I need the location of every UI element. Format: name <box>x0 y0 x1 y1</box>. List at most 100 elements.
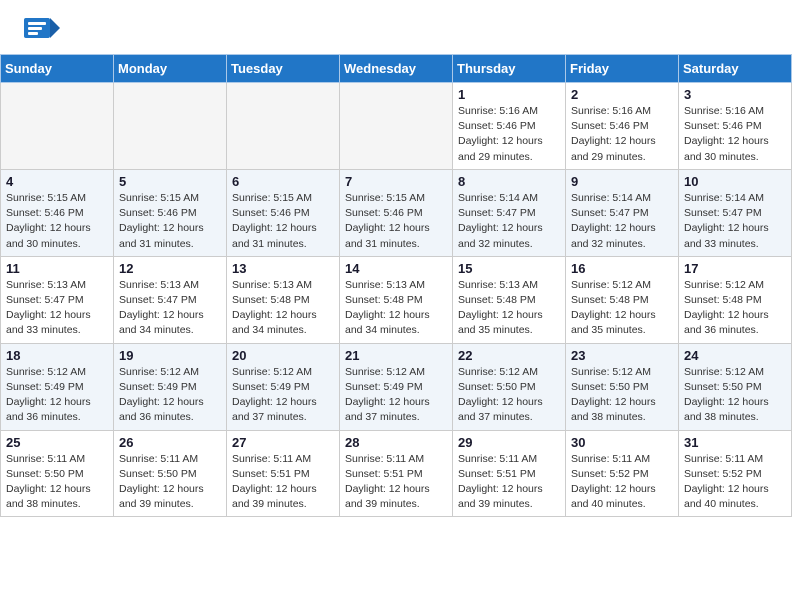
day-info: Sunrise: 5:12 AM Sunset: 5:49 PM Dayligh… <box>119 365 221 426</box>
calendar-day-cell: 24 Sunrise: 5:12 AM Sunset: 5:50 PM Dayli… <box>679 343 792 430</box>
day-info: Sunrise: 5:14 AM Sunset: 5:47 PM Dayligh… <box>571 191 673 252</box>
calendar-day-cell: 18 Sunrise: 5:12 AM Sunset: 5:49 PM Dayli… <box>1 343 114 430</box>
calendar-day-cell: 10 Sunrise: 5:14 AM Sunset: 5:47 PM Dayli… <box>679 169 792 256</box>
day-info: Sunrise: 5:14 AM Sunset: 5:47 PM Dayligh… <box>458 191 560 252</box>
calendar-day-cell: 5 Sunrise: 5:15 AM Sunset: 5:46 PM Daylig… <box>114 169 227 256</box>
calendar-day-cell: 14 Sunrise: 5:13 AM Sunset: 5:48 PM Dayli… <box>340 256 453 343</box>
calendar-week-row: 1 Sunrise: 5:16 AM Sunset: 5:46 PM Daylig… <box>1 83 792 170</box>
day-of-week-header: Wednesday <box>340 55 453 83</box>
calendar-day-cell: 12 Sunrise: 5:13 AM Sunset: 5:47 PM Dayli… <box>114 256 227 343</box>
day-info: Sunrise: 5:12 AM Sunset: 5:50 PM Dayligh… <box>684 365 786 426</box>
day-info: Sunrise: 5:13 AM Sunset: 5:47 PM Dayligh… <box>6 278 108 339</box>
calendar-table: SundayMondayTuesdayWednesdayThursdayFrid… <box>0 54 792 517</box>
calendar-day-cell: 2 Sunrise: 5:16 AM Sunset: 5:46 PM Daylig… <box>566 83 679 170</box>
day-info: Sunrise: 5:11 AM Sunset: 5:51 PM Dayligh… <box>232 452 334 513</box>
day-info: Sunrise: 5:14 AM Sunset: 5:47 PM Dayligh… <box>684 191 786 252</box>
calendar-day-cell: 23 Sunrise: 5:12 AM Sunset: 5:50 PM Dayli… <box>566 343 679 430</box>
day-of-week-header: Friday <box>566 55 679 83</box>
day-number: 26 <box>119 435 221 450</box>
day-info: Sunrise: 5:11 AM Sunset: 5:51 PM Dayligh… <box>345 452 447 513</box>
calendar-day-cell: 31 Sunrise: 5:11 AM Sunset: 5:52 PM Dayli… <box>679 430 792 517</box>
day-number: 2 <box>571 87 673 102</box>
calendar-day-cell <box>1 83 114 170</box>
calendar-day-cell: 25 Sunrise: 5:11 AM Sunset: 5:50 PM Dayli… <box>1 430 114 517</box>
calendar-day-cell: 16 Sunrise: 5:12 AM Sunset: 5:48 PM Dayli… <box>566 256 679 343</box>
day-number: 23 <box>571 348 673 363</box>
calendar-header-row: SundayMondayTuesdayWednesdayThursdayFrid… <box>1 55 792 83</box>
day-of-week-header: Monday <box>114 55 227 83</box>
day-number: 31 <box>684 435 786 450</box>
day-of-week-header: Sunday <box>1 55 114 83</box>
day-number: 21 <box>345 348 447 363</box>
calendar-day-cell: 4Sunrise: 5:15 AM Sunset: 5:46 PM Daylig… <box>1 169 114 256</box>
day-number: 12 <box>119 261 221 276</box>
day-number: 11 <box>6 261 108 276</box>
calendar-day-cell: 3 Sunrise: 5:16 AM Sunset: 5:46 PM Daylig… <box>679 83 792 170</box>
calendar-day-cell: 8 Sunrise: 5:14 AM Sunset: 5:47 PM Daylig… <box>453 169 566 256</box>
day-number: 17 <box>684 261 786 276</box>
calendar-day-cell: 19 Sunrise: 5:12 AM Sunset: 5:49 PM Dayli… <box>114 343 227 430</box>
day-info: Sunrise: 5:13 AM Sunset: 5:48 PM Dayligh… <box>345 278 447 339</box>
day-info: Sunrise: 5:13 AM Sunset: 5:48 PM Dayligh… <box>232 278 334 339</box>
day-info: Sunrise: 5:12 AM Sunset: 5:48 PM Dayligh… <box>571 278 673 339</box>
calendar-day-cell: 29 Sunrise: 5:11 AM Sunset: 5:51 PM Dayli… <box>453 430 566 517</box>
day-info: Sunrise: 5:12 AM Sunset: 5:50 PM Dayligh… <box>571 365 673 426</box>
day-info: Sunrise: 5:12 AM Sunset: 5:48 PM Dayligh… <box>684 278 786 339</box>
calendar-day-cell: 15Sunrise: 5:13 AM Sunset: 5:48 PM Dayli… <box>453 256 566 343</box>
calendar-day-cell: 26 Sunrise: 5:11 AM Sunset: 5:50 PM Dayli… <box>114 430 227 517</box>
day-number: 7 <box>345 174 447 189</box>
calendar-day-cell: 17 Sunrise: 5:12 AM Sunset: 5:48 PM Dayli… <box>679 256 792 343</box>
day-info: Sunrise: 5:11 AM Sunset: 5:52 PM Dayligh… <box>571 452 673 513</box>
day-info: Sunrise: 5:15 AM Sunset: 5:46 PM Dayligh… <box>6 191 108 252</box>
day-number: 6 <box>232 174 334 189</box>
logo <box>24 18 64 46</box>
day-number: 16 <box>571 261 673 276</box>
day-number: 24 <box>684 348 786 363</box>
day-info: Sunrise: 5:11 AM Sunset: 5:50 PM Dayligh… <box>6 452 108 513</box>
calendar-week-row: 11 Sunrise: 5:13 AM Sunset: 5:47 PM Dayli… <box>1 256 792 343</box>
day-info: Sunrise: 5:15 AM Sunset: 5:46 PM Dayligh… <box>345 191 447 252</box>
calendar-day-cell: 30 Sunrise: 5:11 AM Sunset: 5:52 PM Dayli… <box>566 430 679 517</box>
day-info: Sunrise: 5:15 AM Sunset: 5:46 PM Dayligh… <box>232 191 334 252</box>
day-info: Sunrise: 5:13 AM Sunset: 5:48 PM Dayligh… <box>458 278 560 339</box>
calendar-day-cell: 11 Sunrise: 5:13 AM Sunset: 5:47 PM Dayli… <box>1 256 114 343</box>
calendar-day-cell: 7 Sunrise: 5:15 AM Sunset: 5:46 PM Daylig… <box>340 169 453 256</box>
day-info: Sunrise: 5:11 AM Sunset: 5:50 PM Dayligh… <box>119 452 221 513</box>
calendar-day-cell: 1 Sunrise: 5:16 AM Sunset: 5:46 PM Daylig… <box>453 83 566 170</box>
day-number: 8 <box>458 174 560 189</box>
day-number: 14 <box>345 261 447 276</box>
calendar-day-cell <box>227 83 340 170</box>
day-info: Sunrise: 5:12 AM Sunset: 5:49 PM Dayligh… <box>345 365 447 426</box>
day-number: 5 <box>119 174 221 189</box>
day-info: Sunrise: 5:11 AM Sunset: 5:52 PM Dayligh… <box>684 452 786 513</box>
day-info: Sunrise: 5:12 AM Sunset: 5:50 PM Dayligh… <box>458 365 560 426</box>
day-info: Sunrise: 5:16 AM Sunset: 5:46 PM Dayligh… <box>571 104 673 165</box>
calendar-day-cell: 6 Sunrise: 5:15 AM Sunset: 5:46 PM Daylig… <box>227 169 340 256</box>
day-number: 30 <box>571 435 673 450</box>
day-number: 1 <box>458 87 560 102</box>
day-number: 22 <box>458 348 560 363</box>
calendar-day-cell: 21 Sunrise: 5:12 AM Sunset: 5:49 PM Dayli… <box>340 343 453 430</box>
day-number: 19 <box>119 348 221 363</box>
day-number: 25 <box>6 435 108 450</box>
calendar-day-cell <box>340 83 453 170</box>
calendar-day-cell: 13Sunrise: 5:13 AM Sunset: 5:48 PM Dayli… <box>227 256 340 343</box>
day-info: Sunrise: 5:16 AM Sunset: 5:46 PM Dayligh… <box>684 104 786 165</box>
day-info: Sunrise: 5:15 AM Sunset: 5:46 PM Dayligh… <box>119 191 221 252</box>
day-number: 3 <box>684 87 786 102</box>
day-number: 9 <box>571 174 673 189</box>
day-number: 10 <box>684 174 786 189</box>
day-of-week-header: Tuesday <box>227 55 340 83</box>
calendar-day-cell: 22 Sunrise: 5:12 AM Sunset: 5:50 PM Dayli… <box>453 343 566 430</box>
calendar-week-row: 18 Sunrise: 5:12 AM Sunset: 5:49 PM Dayli… <box>1 343 792 430</box>
page-header <box>0 0 792 54</box>
day-info: Sunrise: 5:16 AM Sunset: 5:46 PM Dayligh… <box>458 104 560 165</box>
day-number: 29 <box>458 435 560 450</box>
day-number: 18 <box>6 348 108 363</box>
day-info: Sunrise: 5:12 AM Sunset: 5:49 PM Dayligh… <box>6 365 108 426</box>
day-info: Sunrise: 5:13 AM Sunset: 5:47 PM Dayligh… <box>119 278 221 339</box>
calendar-day-cell <box>114 83 227 170</box>
day-info: Sunrise: 5:12 AM Sunset: 5:49 PM Dayligh… <box>232 365 334 426</box>
day-info: Sunrise: 5:11 AM Sunset: 5:51 PM Dayligh… <box>458 452 560 513</box>
calendar-week-row: 4Sunrise: 5:15 AM Sunset: 5:46 PM Daylig… <box>1 169 792 256</box>
